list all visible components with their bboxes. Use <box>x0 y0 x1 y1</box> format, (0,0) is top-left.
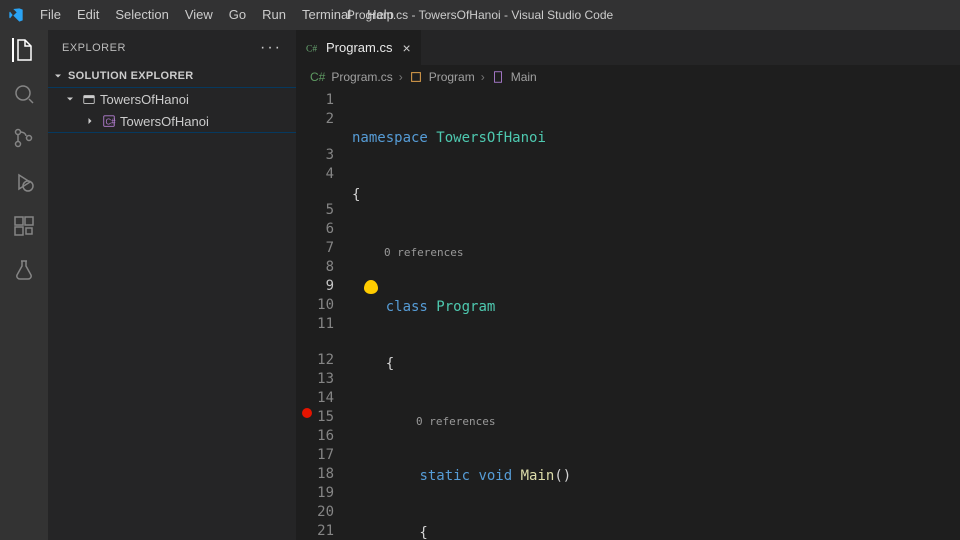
breadcrumb-method[interactable]: Main <box>511 70 537 84</box>
codelens[interactable]: 0 references <box>352 415 495 428</box>
line-number: 11 <box>296 315 334 334</box>
line-number: 16 <box>296 427 334 446</box>
sidebar-header: EXPLORER ··· <box>48 30 296 65</box>
title-bar: File Edit Selection View Go Run Terminal… <box>0 0 960 30</box>
menu-edit[interactable]: Edit <box>69 0 107 30</box>
menu-run[interactable]: Run <box>254 0 294 30</box>
line-number: 14 <box>296 389 334 408</box>
sidebar: EXPLORER ··· SOLUTION EXPLORER TowersOfH… <box>48 30 296 540</box>
menu-go[interactable]: Go <box>221 0 254 30</box>
line-number: 1 <box>296 91 334 110</box>
tree-root-label: TowersOfHanoi <box>100 92 189 107</box>
menu-selection[interactable]: Selection <box>107 0 176 30</box>
breadcrumb[interactable]: C# Program.cs › Program › Main <box>296 65 960 89</box>
lightbulb-icon[interactable] <box>364 280 378 294</box>
line-number: 4 <box>296 165 334 184</box>
vscode-logo-icon <box>8 7 24 23</box>
section-title: SOLUTION EXPLORER <box>68 70 194 82</box>
method-icon <box>491 70 505 84</box>
tree-solution-root[interactable]: TowersOfHanoi <box>48 88 296 110</box>
more-actions-icon[interactable]: ··· <box>260 39 282 57</box>
breadcrumb-file[interactable]: Program.cs <box>331 70 392 84</box>
line-number: 6 <box>296 220 334 239</box>
line-number: 7 <box>296 239 334 258</box>
tree-project[interactable]: C# TowersOfHanoi <box>48 110 296 132</box>
solution-tree: TowersOfHanoi C# TowersOfHanoi <box>48 87 296 133</box>
chevron-right-icon: › <box>481 70 485 84</box>
code-lines[interactable]: namespace TowersOfHanoi { 0 references c… <box>352 89 960 540</box>
line-number: 21 <box>296 522 334 540</box>
search-icon[interactable] <box>12 82 36 106</box>
menu-view[interactable]: View <box>177 0 221 30</box>
line-number <box>296 129 334 146</box>
chevron-down-icon <box>52 70 64 82</box>
line-number: 19 <box>296 484 334 503</box>
tree-project-label: TowersOfHanoi <box>120 114 209 129</box>
tab-label: Program.cs <box>326 40 392 55</box>
editor-area: C# Program.cs × C# Program.cs › Program … <box>296 30 960 540</box>
chevron-right-icon: › <box>399 70 403 84</box>
line-number: 18 <box>296 465 334 484</box>
csharp-file-icon: C# <box>306 41 320 55</box>
chevron-down-icon <box>64 93 78 105</box>
explorer-icon[interactable] <box>12 38 36 62</box>
line-number: 15 <box>296 408 334 427</box>
csharp-project-icon: C# <box>102 114 116 128</box>
line-number: 20 <box>296 503 334 522</box>
extensions-icon[interactable] <box>12 214 36 238</box>
tab-program-cs[interactable]: C# Program.cs × <box>296 30 422 65</box>
line-number: 9 <box>296 277 334 296</box>
line-number: 10 <box>296 296 334 315</box>
editor-tabs: C# Program.cs × <box>296 30 960 65</box>
solution-icon <box>82 92 96 106</box>
activity-bar <box>0 30 48 540</box>
testing-icon[interactable] <box>12 258 36 282</box>
line-number: 5 <box>296 201 334 220</box>
menu-file[interactable]: File <box>32 0 69 30</box>
window-title: Program.cs - TowersOfHanoi - Visual Stud… <box>347 8 613 22</box>
svg-text:C#: C# <box>106 118 117 127</box>
breadcrumb-class[interactable]: Program <box>429 70 475 84</box>
line-number: 8 <box>296 258 334 277</box>
line-number-gutter: 1 2 3 4 5 6 7 8 9 10 11 12 13 14 15 16 1… <box>296 89 352 540</box>
line-number: 2 <box>296 110 334 129</box>
svg-text:C#: C# <box>306 43 317 54</box>
solution-explorer-section[interactable]: SOLUTION EXPLORER <box>48 65 296 87</box>
line-number <box>296 334 334 351</box>
line-number: 17 <box>296 446 334 465</box>
close-icon[interactable]: × <box>402 40 410 56</box>
line-number <box>296 184 334 201</box>
line-number: 12 <box>296 351 334 370</box>
line-number: 3 <box>296 146 334 165</box>
csharp-file-icon: C# <box>310 70 325 84</box>
line-number: 13 <box>296 370 334 389</box>
code-editor[interactable]: 1 2 3 4 5 6 7 8 9 10 11 12 13 14 15 16 1… <box>296 89 960 540</box>
class-icon <box>409 70 423 84</box>
source-control-icon[interactable] <box>12 126 36 150</box>
chevron-right-icon <box>84 115 98 127</box>
codelens[interactable]: 0 references <box>352 246 463 259</box>
sidebar-title: EXPLORER <box>62 42 126 54</box>
run-debug-icon[interactable] <box>12 170 36 194</box>
